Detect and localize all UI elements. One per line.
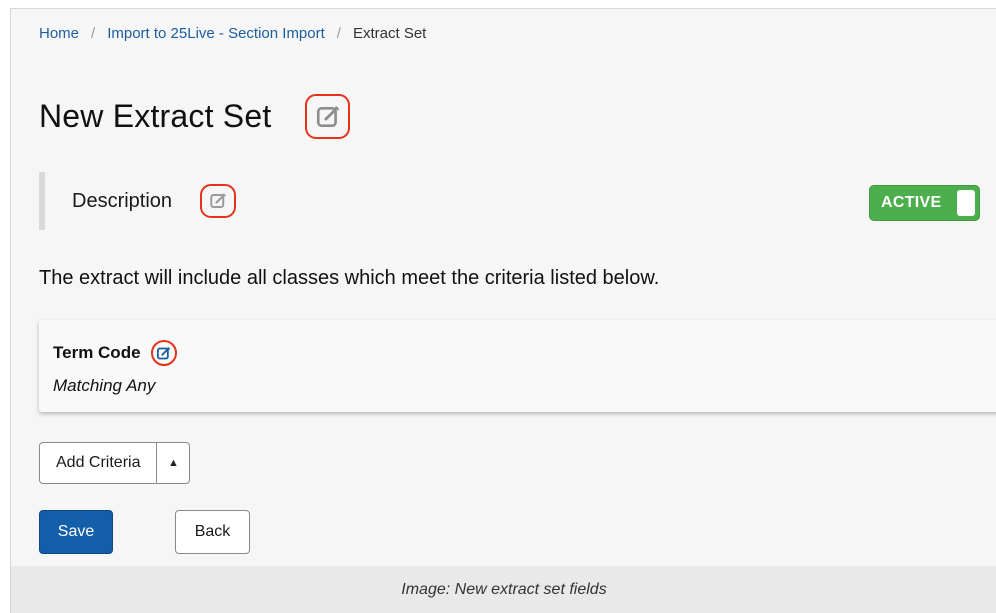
criteria-match-mode: Matching Any — [53, 376, 156, 395]
breadcrumb-separator: / — [91, 25, 96, 42]
breadcrumb-section-import-link[interactable]: Import to 25Live - Section Import — [107, 25, 325, 42]
add-criteria-button[interactable]: Add Criteria — [40, 443, 158, 483]
title-edit-button[interactable] — [305, 94, 351, 139]
description-label: Description — [72, 189, 173, 212]
criteria-edit-button[interactable] — [150, 340, 177, 366]
criteria-card-term-code: Term Code Matching Any — [39, 320, 996, 412]
criteria-title-row: Term Code — [53, 340, 177, 366]
edit-pencil-square-icon — [157, 346, 170, 359]
description-edit-button[interactable] — [200, 184, 237, 218]
description-section: Description ACTIVE — [39, 172, 996, 230]
edit-pencil-square-icon — [210, 193, 226, 208]
save-button[interactable]: Save — [39, 510, 113, 554]
add-criteria-split-button: Add Criteria ▲ — [39, 442, 191, 484]
caret-up-icon: ▲ — [168, 457, 179, 469]
add-criteria-dropdown-toggle[interactable]: ▲ — [157, 443, 189, 483]
active-status-label: ACTIVE — [881, 194, 942, 211]
page-title: New Extract Set — [39, 98, 272, 134]
breadcrumb-separator: / — [336, 25, 341, 42]
edit-pencil-square-icon — [316, 105, 339, 127]
back-button[interactable]: Back — [175, 510, 250, 554]
breadcrumb-home-link[interactable]: Home — [39, 25, 79, 42]
breadcrumb-current: Extract Set — [352, 25, 427, 42]
active-status-toggle[interactable]: ACTIVE — [869, 185, 980, 221]
image-caption-bar: Image: New extract set fields — [11, 566, 996, 613]
screenshot-frame: Home / Import to 25Live - Section Import… — [10, 8, 996, 613]
title-row: New Extract Set — [39, 94, 351, 139]
criteria-info-text: The extract will include all classes whi… — [39, 267, 660, 289]
toggle-knob — [957, 190, 975, 216]
breadcrumb: Home / Import to 25Live - Section Import… — [39, 25, 426, 42]
criteria-name: Term Code — [53, 343, 141, 362]
image-caption: Image: New extract set fields — [401, 581, 607, 598]
